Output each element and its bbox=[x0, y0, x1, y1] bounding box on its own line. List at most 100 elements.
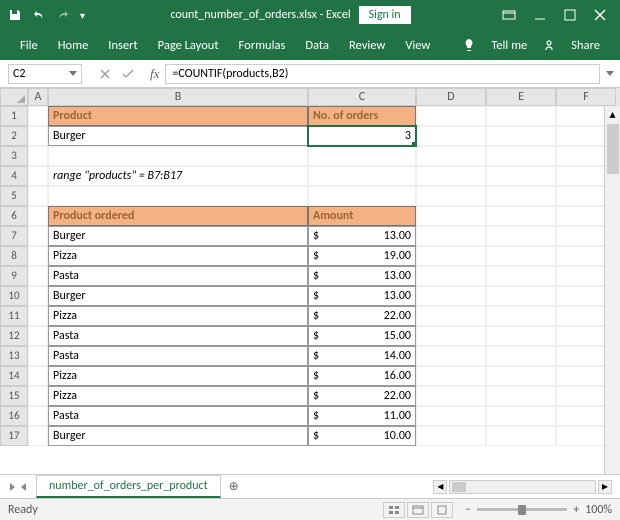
cell[interactable] bbox=[486, 266, 556, 286]
sheet-tab-active[interactable]: number_of_orders_per_product bbox=[36, 475, 221, 498]
cell[interactable]: Amount bbox=[308, 206, 416, 226]
cell[interactable]: $10.00 bbox=[308, 426, 416, 446]
cell[interactable] bbox=[416, 386, 486, 406]
cell[interactable] bbox=[28, 426, 48, 446]
cell[interactable]: $13.00 bbox=[308, 266, 416, 286]
cell[interactable] bbox=[486, 126, 556, 146]
tab-formulas[interactable]: Formulas bbox=[229, 34, 296, 57]
cell[interactable]: Burger bbox=[48, 286, 308, 306]
close-icon[interactable] bbox=[594, 9, 606, 21]
tab-view[interactable]: View bbox=[395, 34, 440, 57]
formula-expand-icon[interactable] bbox=[606, 71, 614, 76]
cell[interactable] bbox=[28, 346, 48, 366]
cell[interactable]: $14.00 bbox=[308, 346, 416, 366]
cell[interactable]: Pizza bbox=[48, 366, 308, 386]
cell[interactable] bbox=[308, 166, 416, 186]
row-header[interactable]: 11 bbox=[0, 306, 28, 326]
cell[interactable] bbox=[28, 126, 48, 146]
undo-icon[interactable] bbox=[32, 8, 46, 22]
cell[interactable]: Pizza bbox=[48, 306, 308, 326]
cell[interactable] bbox=[416, 166, 486, 186]
cell[interactable] bbox=[416, 366, 486, 386]
cell[interactable] bbox=[416, 266, 486, 286]
scroll-up-icon[interactable]: ▴ bbox=[605, 106, 620, 122]
cell[interactable] bbox=[308, 186, 416, 206]
cell[interactable] bbox=[486, 186, 556, 206]
cancel-formula-icon[interactable] bbox=[100, 69, 110, 79]
cell[interactable]: Pasta bbox=[48, 406, 308, 426]
cell[interactable] bbox=[28, 146, 48, 166]
cell[interactable] bbox=[416, 206, 486, 226]
add-sheet-button[interactable]: ⊕ bbox=[221, 479, 247, 494]
row-header[interactable]: 7 bbox=[0, 226, 28, 246]
cell[interactable] bbox=[28, 246, 48, 266]
row-header[interactable]: 14 bbox=[0, 366, 28, 386]
cell[interactable]: No. of orders bbox=[308, 106, 416, 126]
cell[interactable] bbox=[486, 226, 556, 246]
tellme-button[interactable]: Tell me bbox=[481, 34, 537, 57]
zoom-level[interactable]: 100% bbox=[585, 503, 612, 517]
cell[interactable] bbox=[416, 286, 486, 306]
view-layout-icon[interactable] bbox=[407, 502, 429, 518]
row-header[interactable]: 9 bbox=[0, 266, 28, 286]
cell[interactable]: $19.00 bbox=[308, 246, 416, 266]
column-header[interactable]: B bbox=[48, 88, 308, 106]
cell[interactable]: $16.00 bbox=[308, 366, 416, 386]
cell[interactable]: range "products" = B7:B17 bbox=[48, 166, 308, 186]
select-all-button[interactable] bbox=[0, 88, 28, 106]
cell[interactable]: Pasta bbox=[48, 266, 308, 286]
cell[interactable]: $22.00 bbox=[308, 386, 416, 406]
sheet-nav-buttons[interactable] bbox=[0, 483, 36, 491]
save-icon[interactable] bbox=[8, 8, 22, 22]
cell[interactable] bbox=[486, 166, 556, 186]
cell[interactable] bbox=[486, 326, 556, 346]
row-header[interactable]: 10 bbox=[0, 286, 28, 306]
cell[interactable] bbox=[28, 406, 48, 426]
tab-insert[interactable]: Insert bbox=[98, 34, 147, 57]
view-normal-icon[interactable] bbox=[383, 502, 405, 518]
cell[interactable] bbox=[486, 346, 556, 366]
column-header[interactable]: A bbox=[28, 88, 48, 106]
cell[interactable] bbox=[48, 146, 308, 166]
cell[interactable] bbox=[486, 286, 556, 306]
cell[interactable] bbox=[28, 106, 48, 126]
cell[interactable]: Pizza bbox=[48, 246, 308, 266]
cell[interactable] bbox=[486, 386, 556, 406]
cell[interactable]: $15.00 bbox=[308, 326, 416, 346]
cell[interactable] bbox=[416, 106, 486, 126]
enter-formula-icon[interactable] bbox=[122, 69, 134, 79]
cell[interactable]: Pasta bbox=[48, 326, 308, 346]
qat-customize-icon[interactable]: ▾ bbox=[80, 9, 85, 22]
cell[interactable]: Pasta bbox=[48, 346, 308, 366]
zoom-slider[interactable] bbox=[477, 508, 567, 511]
horizontal-scrollbar[interactable] bbox=[449, 480, 596, 494]
cell[interactable]: $22.00 bbox=[308, 306, 416, 326]
tab-page-layout[interactable]: Page Layout bbox=[148, 34, 229, 57]
cell[interactable]: $13.00 bbox=[308, 226, 416, 246]
zoom-in-button[interactable]: + bbox=[573, 503, 579, 517]
cell[interactable] bbox=[28, 266, 48, 286]
cell[interactable] bbox=[308, 146, 416, 166]
cell[interactable] bbox=[486, 206, 556, 226]
cell[interactable] bbox=[486, 306, 556, 326]
cell[interactable] bbox=[28, 186, 48, 206]
row-header[interactable]: 1 bbox=[0, 106, 28, 126]
row-header[interactable]: 6 bbox=[0, 206, 28, 226]
cell[interactable] bbox=[28, 366, 48, 386]
cell[interactable] bbox=[48, 186, 308, 206]
fx-icon[interactable]: fx bbox=[144, 66, 165, 82]
column-header[interactable]: E bbox=[486, 88, 556, 106]
cell[interactable] bbox=[486, 106, 556, 126]
cell[interactable] bbox=[486, 246, 556, 266]
row-header[interactable]: 15 bbox=[0, 386, 28, 406]
cell[interactable] bbox=[486, 146, 556, 166]
formula-input[interactable]: =COUNTIF(products,B2) bbox=[165, 64, 600, 84]
cell[interactable] bbox=[416, 406, 486, 426]
redo-icon[interactable] bbox=[56, 8, 70, 22]
scrollbar-thumb[interactable] bbox=[452, 482, 466, 492]
row-header[interactable]: 13 bbox=[0, 346, 28, 366]
cell[interactable] bbox=[416, 346, 486, 366]
signin-button[interactable]: Sign in bbox=[359, 6, 411, 24]
tab-review[interactable]: Review bbox=[339, 34, 395, 57]
zoom-out-button[interactable]: − bbox=[465, 503, 471, 517]
